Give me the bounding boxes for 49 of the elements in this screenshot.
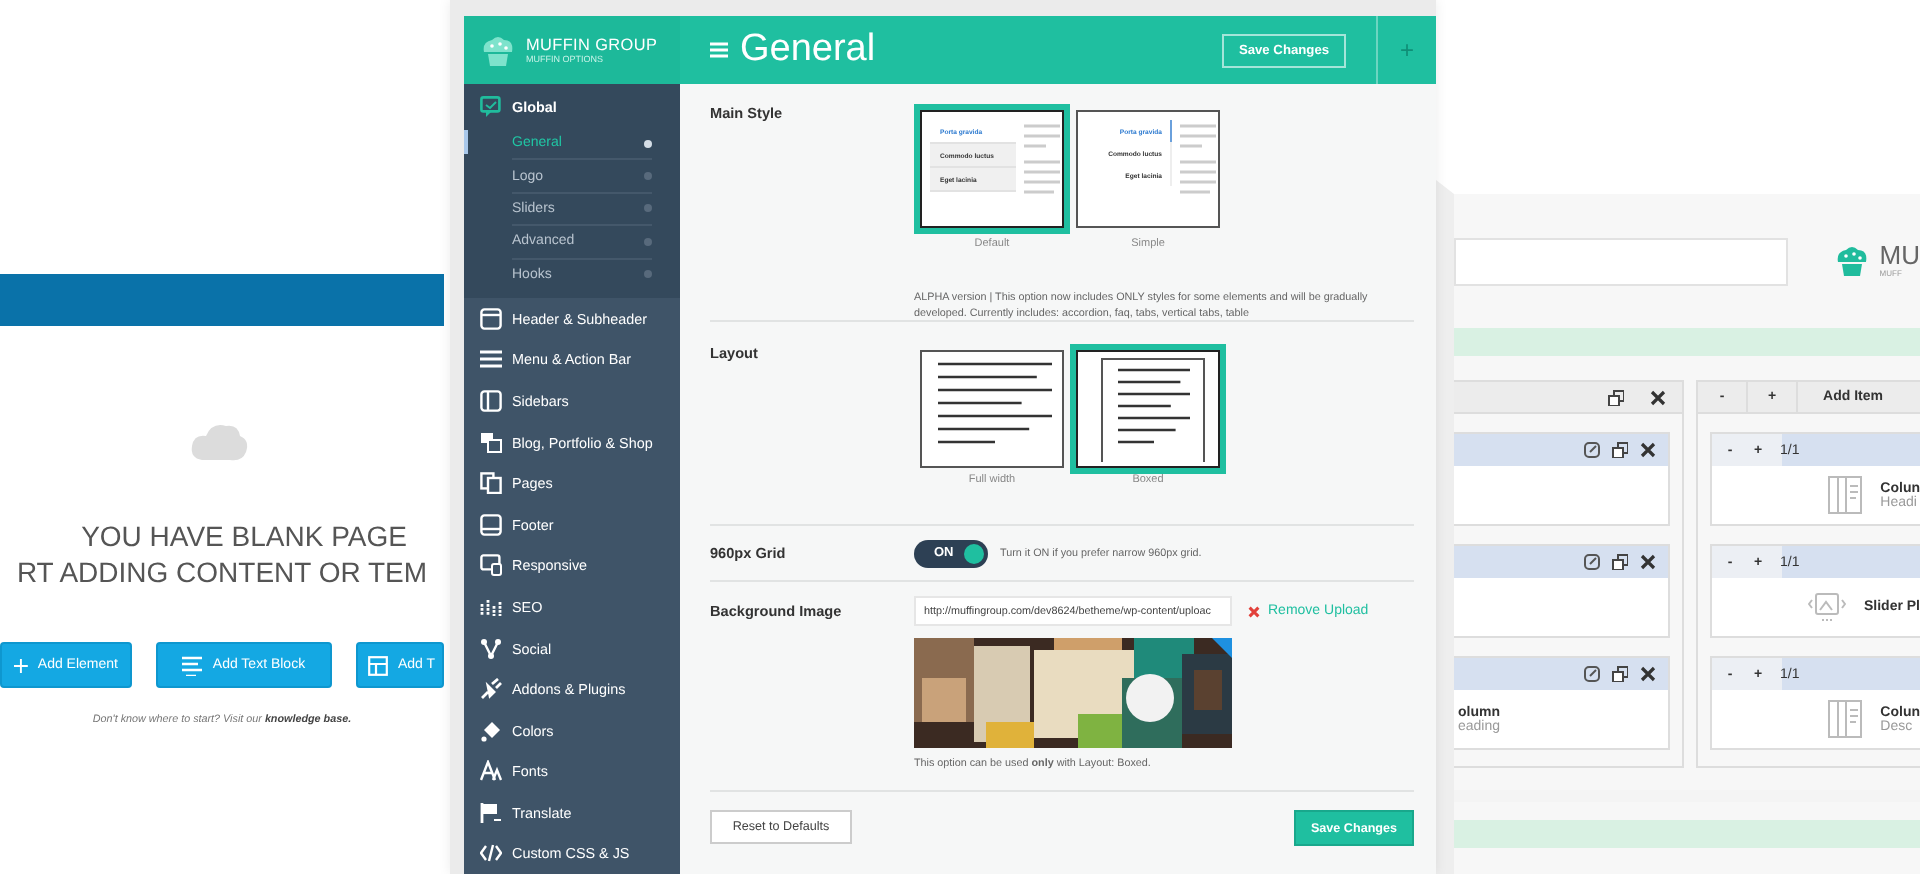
status-dot	[644, 237, 652, 246]
subheading: RT ADDING CONTENT OR TEM	[16, 554, 428, 590]
edit-icon[interactable]	[1584, 666, 1600, 682]
status-dot	[644, 139, 652, 148]
close-icon[interactable]	[1640, 666, 1656, 682]
logo-title: MU	[1879, 244, 1920, 268]
column-icon	[1828, 476, 1863, 514]
style-option[interactable]	[1076, 350, 1220, 468]
close-icon[interactable]	[1640, 442, 1656, 458]
status-dot	[644, 172, 652, 181]
menu-icon	[480, 348, 502, 371]
copy-icon[interactable]	[1608, 389, 1624, 405]
column-icon	[1828, 700, 1863, 738]
close-icon[interactable]	[1640, 554, 1656, 570]
cloud-icon	[190, 420, 250, 464]
style-option[interactable]	[920, 350, 1064, 468]
flag-icon	[480, 801, 502, 824]
lines-icon	[182, 655, 203, 675]
bar-chart-icon	[480, 595, 502, 618]
paint-bucket-icon	[480, 719, 502, 742]
slider-icon	[1807, 590, 1846, 624]
columns-icon	[480, 389, 502, 412]
edit-icon[interactable]	[1584, 554, 1600, 570]
font-icon	[480, 760, 502, 783]
plus-icon	[14, 655, 28, 675]
copy-icon[interactable]	[1612, 442, 1628, 458]
monitor-icon	[480, 513, 502, 536]
heading: YOU HAVE BLANK PAGE	[79, 518, 407, 554]
status-dot	[644, 270, 652, 279]
brand-title: MUFFIN GROUP	[526, 36, 658, 54]
muffin-logo-icon	[1833, 244, 1870, 278]
layout-icon	[368, 655, 388, 675]
devices-icon	[480, 554, 502, 577]
chat-icon	[480, 95, 502, 117]
window-icon	[480, 307, 502, 330]
close-icon[interactable]	[1650, 389, 1666, 405]
copy-icon[interactable]	[1612, 666, 1628, 682]
gallery-icon	[480, 431, 502, 454]
pages-icon	[480, 472, 502, 495]
page-title: General	[740, 28, 876, 72]
edit-icon[interactable]	[1584, 442, 1600, 458]
muffin-logo-icon	[480, 33, 516, 67]
remove-icon[interactable]	[1248, 605, 1260, 617]
search-field[interactable]	[1454, 237, 1788, 285]
copy-icon[interactable]	[1612, 554, 1628, 570]
code-icon	[480, 842, 502, 865]
plug-icon	[480, 678, 502, 701]
share-icon	[480, 637, 502, 659]
status-dot	[644, 204, 652, 213]
